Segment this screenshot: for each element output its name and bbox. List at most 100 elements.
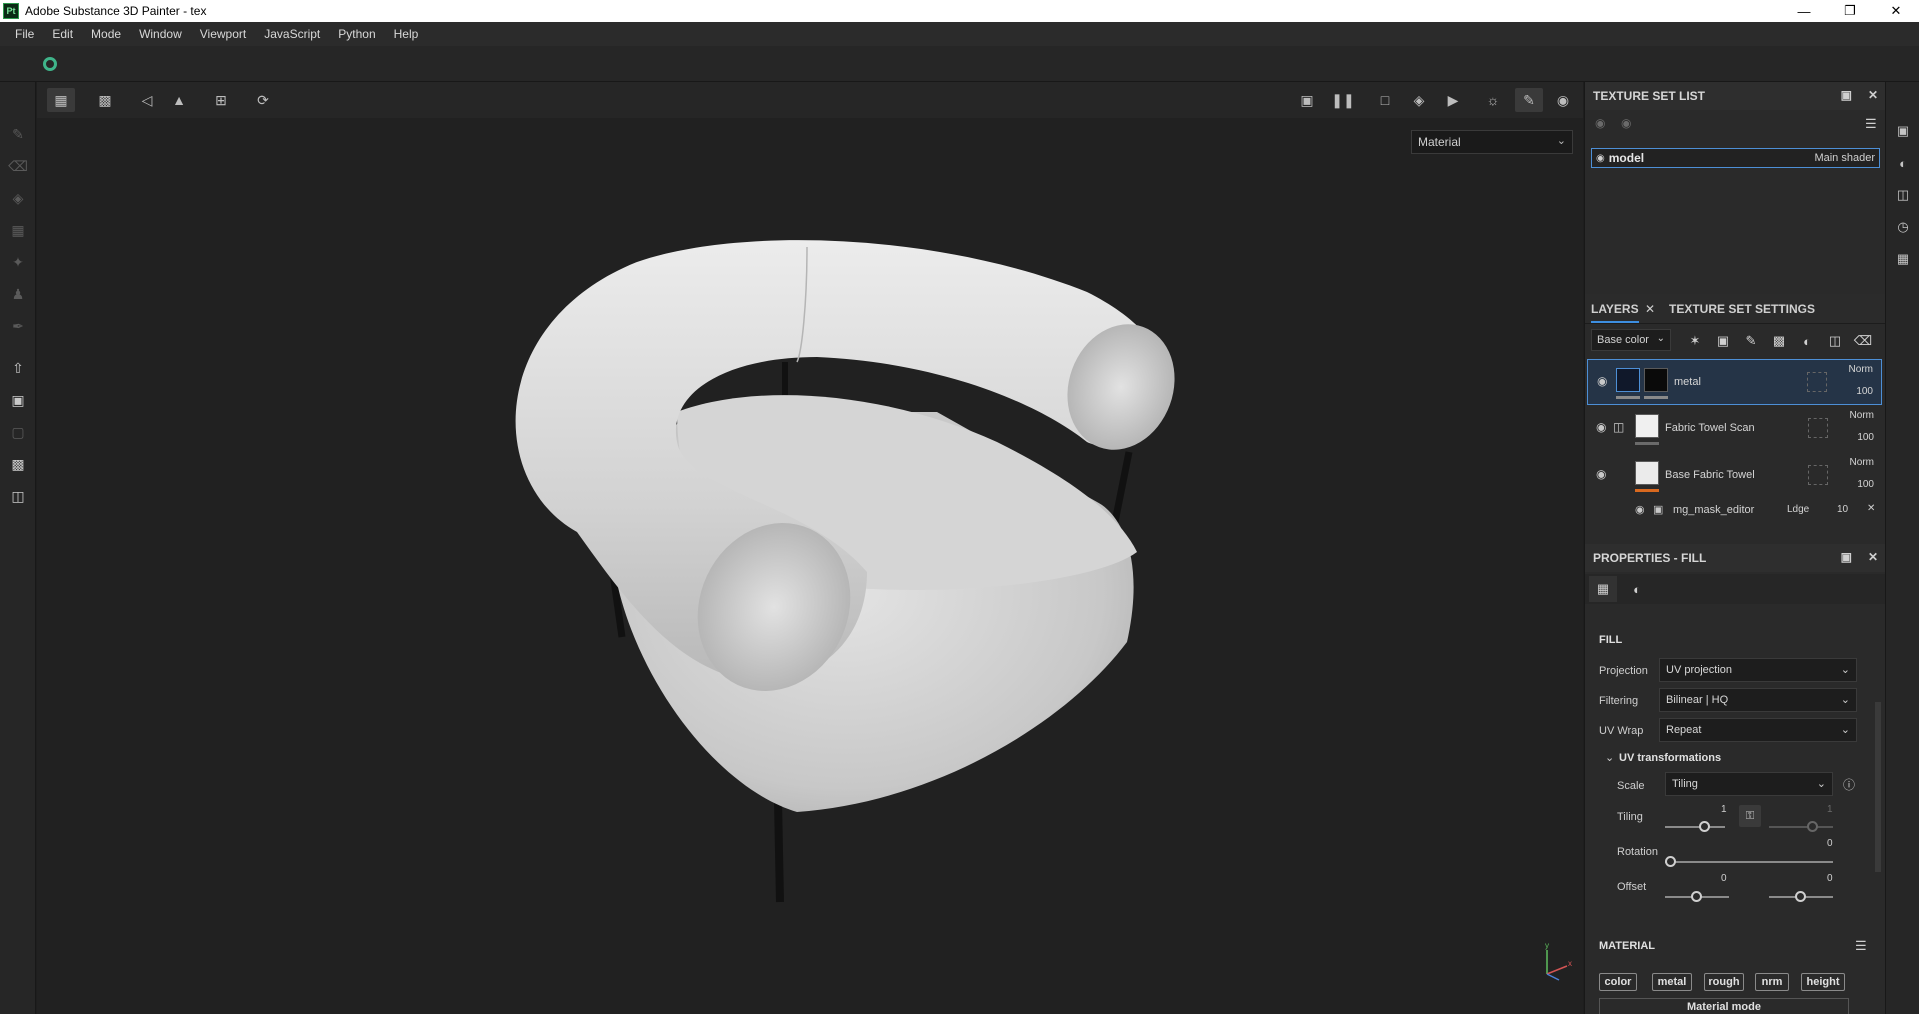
effect-row[interactable]: ◉ ▣ mg_mask_editor Ldge 10 ✕ xyxy=(1587,500,1882,520)
collapse-chevron-icon[interactable]: ⌄ xyxy=(1605,751,1614,764)
close-panel-icon[interactable]: ✕ xyxy=(1868,88,1878,102)
channel-rough-button[interactable]: rough xyxy=(1704,973,1744,991)
mask-slot[interactable] xyxy=(1808,418,1828,438)
add-smart-material-icon[interactable]: ◐ xyxy=(1797,331,1817,351)
texture-set-row[interactable]: ◉ model Main shader xyxy=(1591,148,1880,168)
folder-icon[interactable]: ◫ xyxy=(1613,420,1624,434)
tab-layers[interactable]: LAYERS xyxy=(1591,302,1639,323)
export-icon[interactable]: ▩ xyxy=(8,454,28,474)
shader-name[interactable]: Main shader xyxy=(1814,152,1875,164)
rotation-value[interactable]: 0 xyxy=(1827,838,1833,849)
polygon-fill-icon[interactable]: ▦ xyxy=(8,220,28,240)
info-icon[interactable]: ⓘ xyxy=(1843,776,1855,793)
layer-opacity[interactable]: 100 xyxy=(1857,479,1874,490)
rotation-knob[interactable] xyxy=(1665,856,1676,867)
geometry-mask-icon[interactable]: ▣ xyxy=(8,390,28,410)
eye-icon[interactable]: ◉ xyxy=(1621,116,1631,130)
visibility-eye-icon[interactable]: ◉ xyxy=(1597,374,1607,388)
layer-opacity[interactable]: 100 xyxy=(1857,432,1874,443)
layer-thumbnail[interactable] xyxy=(1616,368,1640,392)
rotation-slider[interactable] xyxy=(1665,861,1833,863)
uv-transformations-header[interactable]: UV transformations xyxy=(1619,752,1721,764)
eraser-icon[interactable]: ⌫ xyxy=(8,156,28,176)
menu-file[interactable]: File xyxy=(6,27,43,41)
menu-mode[interactable]: Mode xyxy=(82,27,130,41)
projection-icon[interactable]: ◈ xyxy=(8,188,28,208)
offset-u-knob[interactable] xyxy=(1691,891,1702,902)
scale-select[interactable]: Tiling ⌄ xyxy=(1665,772,1833,796)
float-panel-icon[interactable]: ▣ xyxy=(1841,550,1852,564)
add-folder-icon[interactable]: ◫ xyxy=(1825,331,1845,351)
color-picker-icon[interactable]: ✒ xyxy=(8,316,28,336)
visibility-eye-icon[interactable]: ◉ xyxy=(1635,503,1645,516)
add-paint-layer-icon[interactable]: ✎ xyxy=(1741,331,1761,351)
channel-color-button[interactable]: color xyxy=(1599,973,1637,991)
menu-python[interactable]: Python xyxy=(329,27,384,41)
channel-select[interactable]: Base color ⌄ xyxy=(1591,329,1671,351)
layer-row[interactable]: ◉ metal Norm 100 xyxy=(1587,359,1882,405)
assets-icon[interactable]: ◫ xyxy=(8,486,28,506)
uvwrap-select[interactable]: Repeat ⌄ xyxy=(1659,718,1857,742)
3d-viewport[interactable]: ▦ ▩ ◁ ▲ ⊞ ⟳ ▣ ❚❚ □ ◈ ▶ ☼ ✎ ◉ Material ⌄ xyxy=(37,82,1583,1014)
tiling-v-value[interactable]: 1 xyxy=(1827,804,1833,815)
filtering-select[interactable]: Bilinear | HQ ⌄ xyxy=(1659,688,1857,712)
channel-nrm-button[interactable]: nrm xyxy=(1755,973,1789,991)
history-clock-icon[interactable]: ◷ xyxy=(1894,218,1912,236)
float-panel-icon[interactable]: ▣ xyxy=(1841,88,1852,102)
blend-mode[interactable]: Norm xyxy=(1850,410,1874,421)
paint-brush-icon[interactable]: ✎ xyxy=(8,124,28,144)
layer-name[interactable]: Fabric Towel Scan xyxy=(1665,422,1755,434)
material-sphere-icon[interactable]: ◐ xyxy=(1623,576,1651,602)
tiling-v-slider[interactable] xyxy=(1769,826,1833,828)
add-effect-icon[interactable]: ✶ xyxy=(1685,331,1705,351)
close-tab-icon[interactable]: ✕ xyxy=(1645,302,1655,316)
material-menu-icon[interactable]: ☰ xyxy=(1855,938,1867,954)
offset-u-value[interactable]: 0 xyxy=(1721,873,1727,884)
mask-thumbnail[interactable] xyxy=(1644,368,1668,392)
menu-window[interactable]: Window xyxy=(130,27,191,41)
visibility-eye-icon[interactable]: ◉ xyxy=(1596,467,1606,481)
channel-metal-button[interactable]: metal xyxy=(1652,973,1692,991)
layer-thumbnail[interactable] xyxy=(1635,461,1659,485)
add-mask-icon[interactable]: ▣ xyxy=(1713,331,1733,351)
shader-settings-icon[interactable]: ◐ xyxy=(1894,154,1912,172)
tiling-u-value[interactable]: 1 xyxy=(1721,804,1727,815)
close-panel-icon[interactable]: ✕ xyxy=(1868,550,1878,564)
menu-icon[interactable]: ☰ xyxy=(1865,116,1877,132)
mask-slot[interactable] xyxy=(1808,465,1828,485)
offset-v-value[interactable]: 0 xyxy=(1827,873,1833,884)
log-icon[interactable]: ▦ xyxy=(1894,250,1912,268)
material-mode-button[interactable]: Material mode xyxy=(1599,998,1849,1014)
eye-toggle-icon[interactable]: ◉ xyxy=(1595,116,1605,130)
display-settings-icon[interactable]: ▣ xyxy=(1894,122,1912,140)
fill-properties-icon[interactable]: ▦ xyxy=(1589,576,1617,602)
lock-icon[interactable]: ⚿ xyxy=(1739,805,1761,827)
channel-height-button[interactable]: height xyxy=(1801,973,1845,991)
scrollbar[interactable] xyxy=(1875,702,1881,872)
sync-status-icon[interactable] xyxy=(43,57,57,71)
add-fill-layer-icon[interactable]: ▩ xyxy=(1769,331,1789,351)
menu-edit[interactable]: Edit xyxy=(43,27,82,41)
effect-name[interactable]: mg_mask_editor xyxy=(1673,504,1754,516)
restore-button[interactable]: ❐ xyxy=(1827,0,1873,22)
delete-layer-icon[interactable]: ⌫ xyxy=(1853,331,1873,351)
assets-shelf-icon[interactable]: ◫ xyxy=(1894,186,1912,204)
smudge-icon[interactable]: ✦ xyxy=(8,252,28,272)
offset-v-knob[interactable] xyxy=(1795,891,1806,902)
minimize-button[interactable]: — xyxy=(1781,0,1827,22)
remove-effect-icon[interactable]: ✕ xyxy=(1867,503,1875,514)
menu-viewport[interactable]: Viewport xyxy=(191,27,255,41)
effect-opacity[interactable]: 10 xyxy=(1837,504,1848,515)
tiling-v-knob[interactable] xyxy=(1807,821,1818,832)
tab-texture-set-settings[interactable]: TEXTURE SET SETTINGS xyxy=(1669,302,1815,316)
bake-icon[interactable]: ⇧ xyxy=(8,358,28,378)
layer-opacity[interactable]: 100 xyxy=(1856,386,1873,397)
menu-javascript[interactable]: JavaScript xyxy=(255,27,329,41)
visibility-eye-icon[interactable]: ◉ xyxy=(1596,420,1606,434)
menu-help[interactable]: Help xyxy=(385,27,428,41)
measure-icon[interactable]: ▢ xyxy=(8,422,28,442)
layer-name[interactable]: Base Fabric Towel xyxy=(1665,469,1755,481)
effect-blend[interactable]: Ldge xyxy=(1787,504,1809,515)
layer-name[interactable]: metal xyxy=(1674,376,1701,388)
blend-mode[interactable]: Norm xyxy=(1849,364,1873,375)
